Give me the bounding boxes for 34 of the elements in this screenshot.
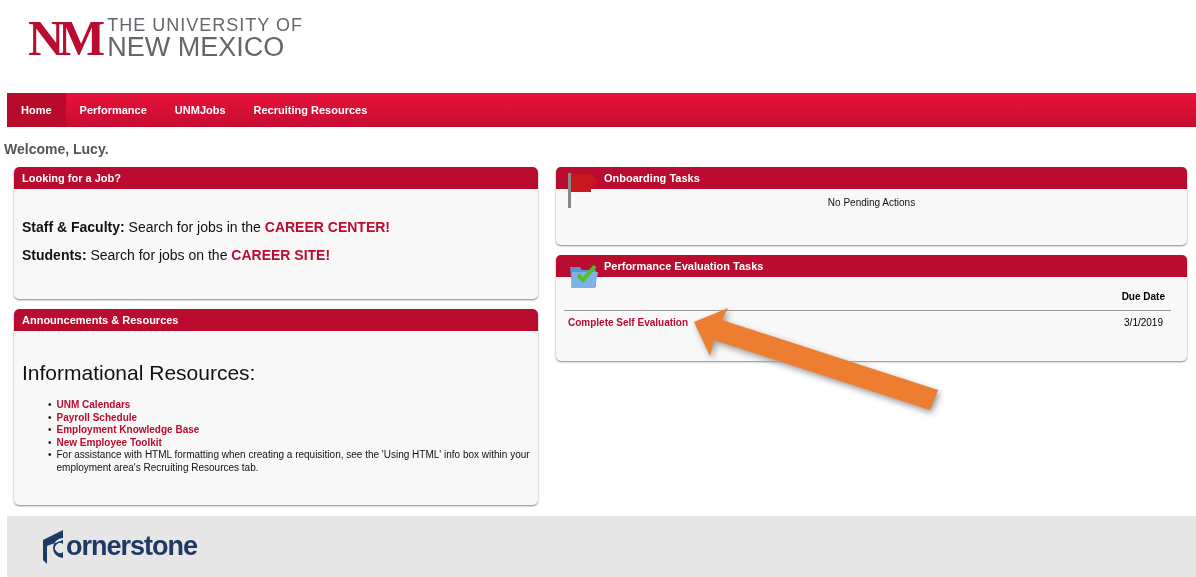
panel-header: Performance Evaluation Tasks bbox=[556, 255, 1187, 277]
empty-message: No Pending Actions bbox=[826, 196, 917, 208]
resource-link[interactable]: Payroll Schedule bbox=[56, 411, 138, 424]
section-heading: Informational Resources: bbox=[22, 361, 257, 385]
resource-note: For assistance with HTML formatting when creating a requisition, see the 'Using HTML' info box within your employment area's Recruiting Resources tab. bbox=[56, 449, 530, 474]
nav-tab[interactable]: Home bbox=[7, 93, 66, 127]
task-link[interactable]: Complete Self Evaluation bbox=[568, 317, 689, 328]
bullet: • bbox=[48, 399, 52, 412]
logo-text: THE UNIVERSITY OF bbox=[107, 15, 303, 34]
job-line: Students: Search for jobs on the CAREER SITE! bbox=[22, 247, 332, 263]
resource-link[interactable]: New Employee Toolkit bbox=[56, 436, 162, 449]
bullet: • bbox=[48, 436, 52, 449]
logo-text: NEW MEXICO bbox=[107, 33, 286, 61]
column-header: Due Date bbox=[1121, 291, 1165, 302]
resource-link[interactable]: Employment Knowledge Base bbox=[56, 424, 200, 437]
resource-link[interactable]: UNM Calendars bbox=[56, 399, 131, 412]
panel-header: Onboarding Tasks bbox=[556, 167, 1187, 189]
nav-tab[interactable]: Recruiting Resources bbox=[239, 93, 382, 127]
nav-tab[interactable]: UNMJobs bbox=[160, 93, 240, 127]
career-link[interactable]: CAREER SITE! bbox=[231, 247, 331, 263]
bullet: • bbox=[48, 449, 52, 462]
career-link[interactable]: CAREER CENTER! bbox=[264, 219, 390, 235]
logo-mark-icon bbox=[43, 529, 65, 564]
logo-monogram: NM bbox=[28, 13, 100, 63]
panel-header: Looking for a Job? bbox=[14, 167, 538, 189]
job-line: Staff & Faculty: Search for jobs in the CAREER CENTER! bbox=[22, 219, 391, 235]
panel-header: Announcements & Resources bbox=[14, 309, 538, 331]
welcome-text: Welcome, Lucy. bbox=[3, 140, 110, 157]
flag-icon bbox=[566, 171, 600, 209]
nav-tab[interactable]: Performance bbox=[65, 93, 161, 127]
bullet: • bbox=[48, 411, 52, 424]
due-date: 3/1/2019 bbox=[1124, 317, 1163, 328]
logo-text: ornerstone bbox=[66, 531, 198, 562]
bullet: • bbox=[48, 424, 52, 437]
